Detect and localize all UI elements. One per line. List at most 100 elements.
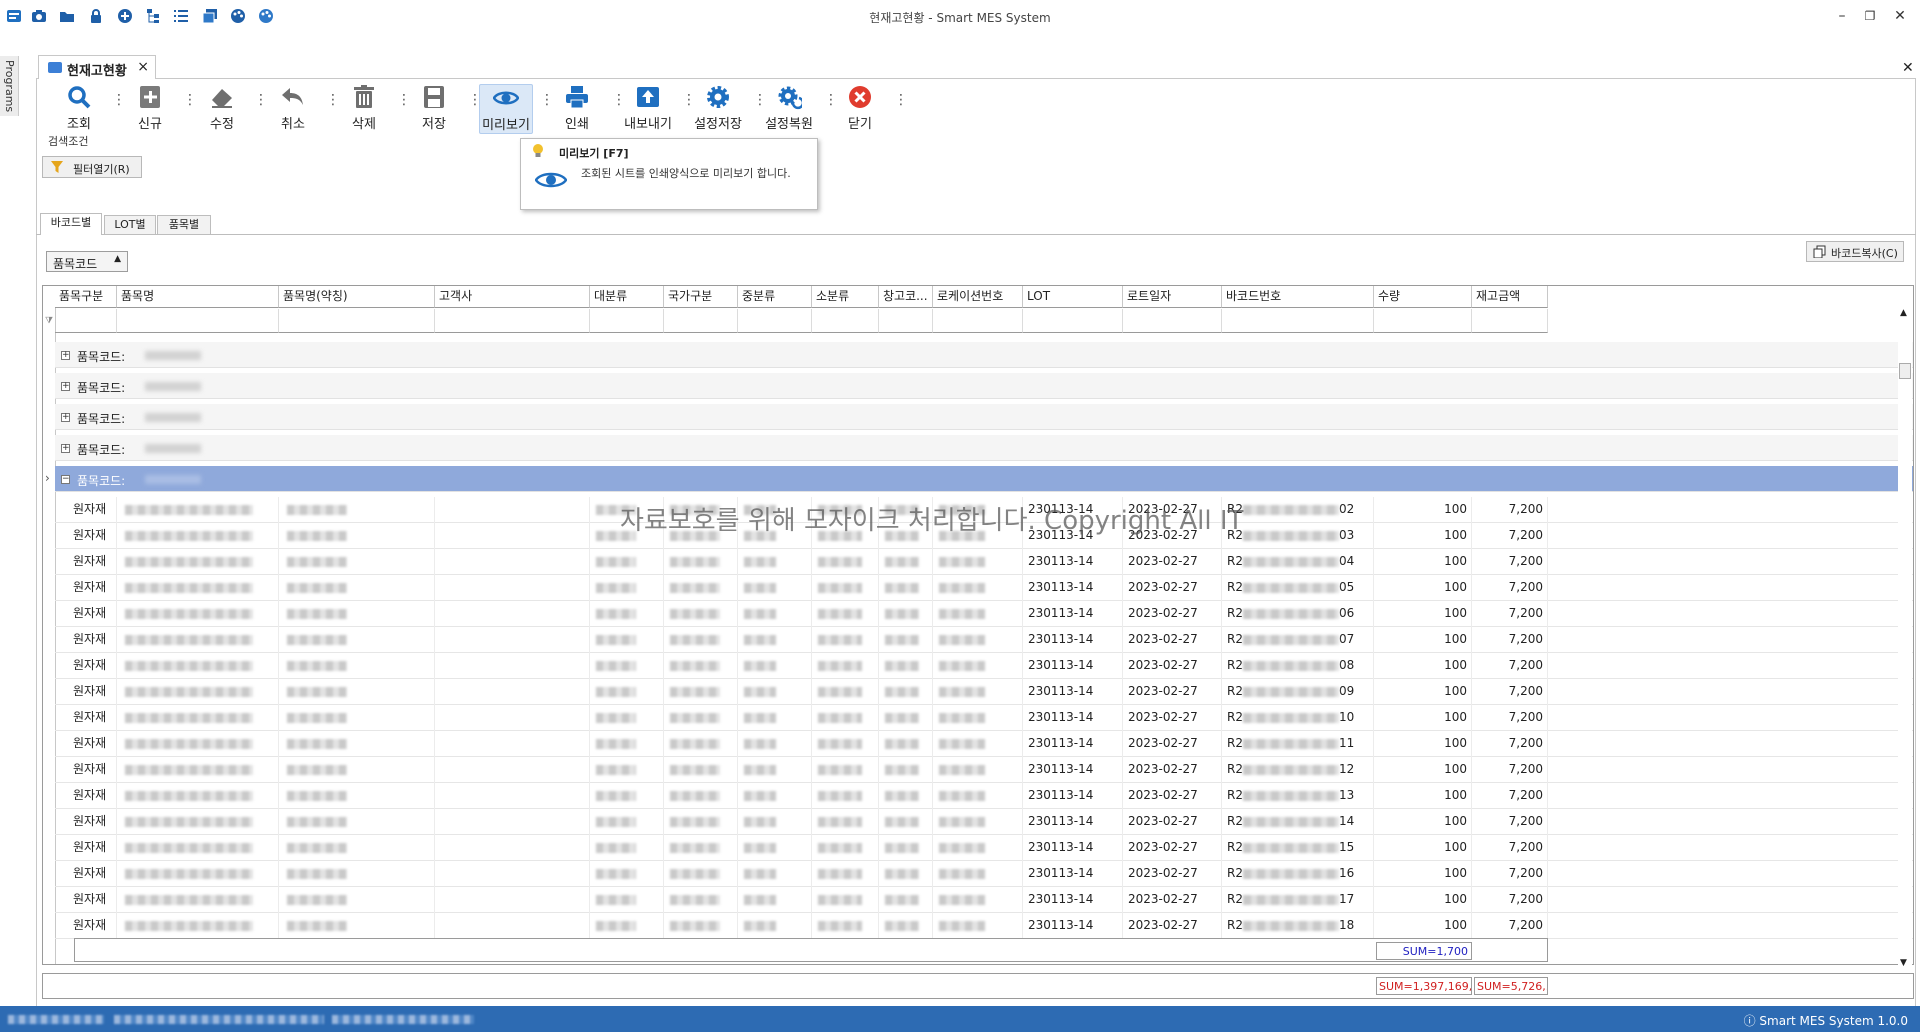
group-label: 품목코드:: [77, 443, 126, 457]
filter-cell[interactable]: [738, 309, 812, 333]
table-row[interactable]: 원자재 230113-14 2023-02-27 R2 13 100 7,200: [55, 783, 1913, 809]
close-button[interactable]: 닫기: [834, 84, 886, 132]
delete-button[interactable]: 삭제: [338, 84, 390, 132]
filter-cell[interactable]: [1472, 309, 1548, 333]
group-row[interactable]: + 품목코드:: [55, 342, 1913, 368]
filter-cell[interactable]: [279, 309, 435, 333]
table-row[interactable]: 원자재 230113-14 2023-02-27 R2 09 100 7,200: [55, 679, 1913, 705]
minimize-button[interactable]: –: [1830, 6, 1854, 26]
table-row[interactable]: 원자재 230113-14 2023-02-27 R2 05 100 7,200: [55, 575, 1913, 601]
column-header[interactable]: 품목명: [117, 286, 279, 308]
mosaic-block: [939, 713, 985, 723]
mosaic-block: [1242, 504, 1339, 515]
toolbar-separator: ⋮: [254, 93, 268, 112]
column-header[interactable]: 대분류: [590, 286, 664, 308]
restore-button[interactable]: ❐: [1858, 6, 1882, 26]
mosaic-block: [818, 895, 862, 905]
barcode-prefix: R2: [1227, 762, 1243, 776]
table-row[interactable]: 원자재 230113-14 2023-02-27 R2 10 100 7,200: [55, 705, 1913, 731]
print-button[interactable]: 인쇄: [551, 84, 603, 132]
group-by-chip[interactable]: 품목코드 ▲: [46, 251, 128, 272]
column-header[interactable]: 재고금액: [1472, 286, 1548, 308]
filter-cell[interactable]: [664, 309, 738, 333]
collapse-icon[interactable]: −: [61, 475, 70, 484]
group-row[interactable]: + 품목코드:: [55, 373, 1913, 399]
filter-cell[interactable]: [879, 309, 933, 333]
filter-cell[interactable]: [55, 309, 117, 333]
open-filter-button[interactable]: 필터열기(R): [42, 156, 142, 178]
scroll-up-icon[interactable]: ▲: [1900, 308, 1907, 318]
filter-cell[interactable]: [1374, 309, 1472, 333]
column-header[interactable]: 로트일자: [1123, 286, 1222, 308]
group-row[interactable]: + 품목코드:: [55, 404, 1913, 430]
column-header[interactable]: 중분류: [738, 286, 812, 308]
table-row[interactable]: 원자재 230113-14 2023-02-27 R2 04 100 7,200: [55, 549, 1913, 575]
column-header[interactable]: 품목구분: [55, 286, 117, 308]
filter-cell[interactable]: [933, 309, 1023, 333]
column-header[interactable]: 창고코...: [879, 286, 933, 308]
tab-by-lot[interactable]: LOT별: [104, 215, 156, 235]
cancel-button[interactable]: 취소: [267, 84, 319, 132]
cell-masked: [117, 757, 279, 783]
filter-cell[interactable]: [1123, 309, 1222, 333]
lightbulb-icon: [533, 144, 543, 157]
barcode-suffix: 18: [1338, 918, 1355, 932]
close-all-tabs-icon[interactable]: ✕: [1902, 60, 1914, 76]
filter-cell[interactable]: [435, 309, 590, 333]
programs-rail[interactable]: Programs: [0, 56, 19, 116]
column-header[interactable]: 로케이션번호: [933, 286, 1023, 308]
table-row[interactable]: 원자재 230113-14 2023-02-27 R2 18 100 7,200: [55, 913, 1913, 939]
close-window-button[interactable]: ✕: [1888, 6, 1912, 26]
column-header[interactable]: LOT: [1023, 286, 1123, 308]
cell-masked: [933, 731, 1023, 757]
edit-button[interactable]: 수정: [196, 84, 248, 132]
cell-masked: [738, 887, 812, 913]
table-row[interactable]: 원자재 230113-14 2023-02-27 R2 15 100 7,200: [55, 835, 1913, 861]
table-row[interactable]: 원자재 230113-14 2023-02-27 R2 16 100 7,200: [55, 861, 1913, 887]
table-row[interactable]: 원자재 230113-14 2023-02-27 R2 08 100 7,200: [55, 653, 1913, 679]
table-row[interactable]: 원자재 230113-14 2023-02-27 R2 06 100 7,200: [55, 601, 1913, 627]
filter-icon: [51, 161, 63, 173]
tab-close-icon[interactable]: ×: [137, 59, 149, 75]
filter-cell[interactable]: [117, 309, 279, 333]
search-button[interactable]: 조회: [53, 84, 105, 132]
expand-icon[interactable]: +: [61, 382, 70, 391]
tab-by-barcode[interactable]: 바코드별: [40, 213, 102, 235]
restore-settings-button[interactable]: 설정복원: [763, 84, 815, 132]
preview-button[interactable]: 미리보기: [479, 84, 533, 134]
group-row[interactable]: − 품목코드: ›: [45, 466, 1913, 492]
column-header[interactable]: 국가구분: [664, 286, 738, 308]
group-row[interactable]: + 품목코드:: [55, 435, 1913, 461]
save-settings-button[interactable]: 설정저장: [692, 84, 744, 132]
filter-cell[interactable]: [812, 309, 879, 333]
cell-stock-amount: 7,200: [1472, 705, 1548, 731]
table-row[interactable]: 원자재 230113-14 2023-02-27 R2 11 100 7,200: [55, 731, 1913, 757]
tab-by-item[interactable]: 품목별: [157, 215, 211, 235]
new-button[interactable]: 신규: [124, 84, 176, 132]
column-header[interactable]: 수량: [1374, 286, 1472, 308]
export-button[interactable]: 내보내기: [622, 84, 674, 132]
scroll-thumb[interactable]: [1899, 363, 1911, 379]
save-button[interactable]: 저장: [408, 84, 460, 132]
vertical-scrollbar[interactable]: ▲ ▼: [1898, 308, 1912, 968]
column-header[interactable]: 고객사: [435, 286, 590, 308]
cell-lot-date: 2023-02-27: [1123, 705, 1222, 731]
filter-cell[interactable]: [1023, 309, 1123, 333]
table-row[interactable]: 원자재 230113-14 2023-02-27 R2 12 100 7,200: [55, 757, 1913, 783]
column-header[interactable]: 바코드번호: [1222, 286, 1374, 308]
table-row[interactable]: 원자재 230113-14 2023-02-27 R2 07 100 7,200: [55, 627, 1913, 653]
mosaic-block: [125, 609, 253, 619]
scroll-down-icon[interactable]: ▼: [1900, 958, 1907, 968]
filter-cell[interactable]: [590, 309, 664, 333]
stock-grid[interactable]: 품목구분 품목명 품목명(약칭) 고객사 대분류 국가구분 중분류 소분류 창고코... 로케이션…: [42, 285, 1914, 965]
tab-current-stock[interactable]: 현재고현황 ×: [38, 55, 156, 79]
expand-icon[interactable]: +: [61, 444, 70, 453]
table-row[interactable]: 원자재 230113-14 2023-02-27 R2 14 100 7,200: [55, 809, 1913, 835]
filter-cell[interactable]: [1222, 309, 1374, 333]
expand-icon[interactable]: +: [61, 413, 70, 422]
table-row[interactable]: 원자재 230113-14 2023-02-27 R2 17 100 7,200: [55, 887, 1913, 913]
column-header[interactable]: 소분류: [812, 286, 879, 308]
expand-icon[interactable]: +: [61, 351, 70, 360]
copy-barcode-button[interactable]: 바코드복사(C): [1806, 241, 1904, 262]
column-header[interactable]: 품목명(약칭): [279, 286, 435, 308]
